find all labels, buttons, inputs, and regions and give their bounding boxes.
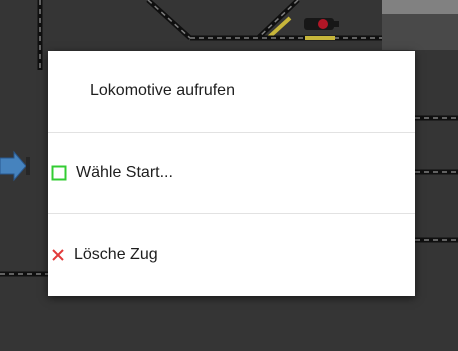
delete-x-icon bbox=[51, 248, 65, 262]
menu-item-call-locomotive[interactable]: Lokomotive aufrufen bbox=[48, 51, 415, 133]
menu-item-label: Wähle Start... bbox=[76, 164, 173, 181]
context-menu: Lokomotive aufrufen Wähle Start... Lösch… bbox=[48, 51, 415, 296]
menu-item-label: Lokomotive aufrufen bbox=[90, 82, 235, 100]
menu-item-delete-train[interactable]: Lösche Zug bbox=[48, 214, 415, 296]
menu-item-label: Lösche Zug bbox=[74, 246, 158, 264]
menu-item-choose-start[interactable]: Wähle Start... bbox=[48, 133, 415, 215]
start-square-icon bbox=[51, 165, 67, 181]
